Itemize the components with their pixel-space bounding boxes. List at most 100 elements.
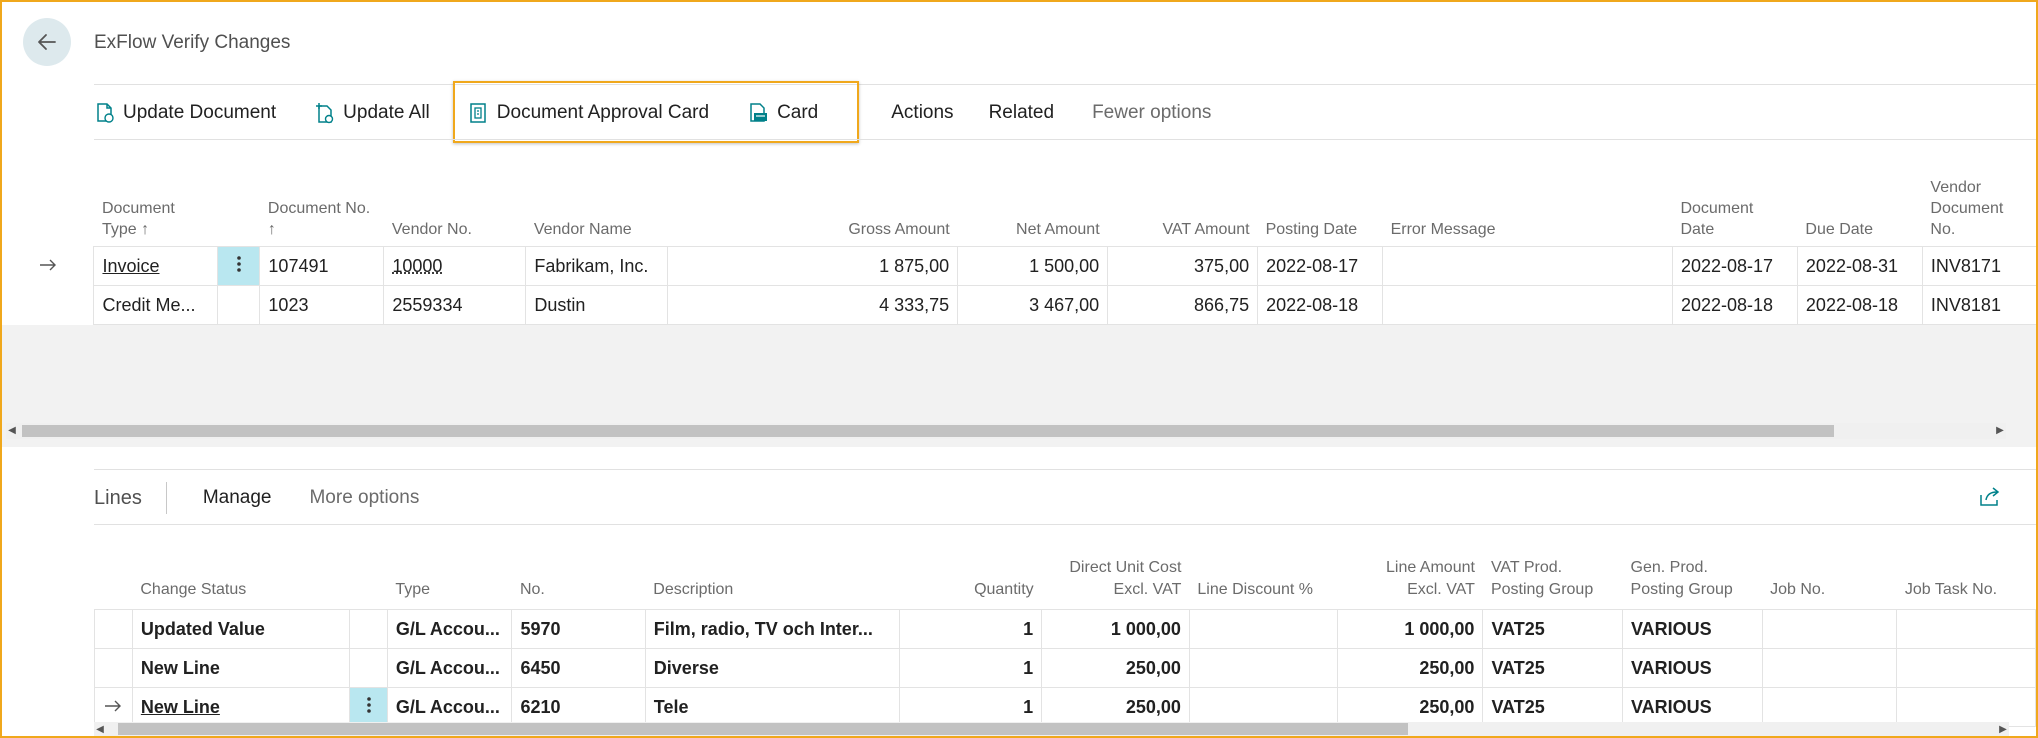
column-header-quantity[interactable]: Quantity [899,526,1041,610]
posting-date-cell[interactable]: 2022-08-18 [1257,285,1384,325]
change-status-cell[interactable]: New Line [131,687,351,727]
change-status-cell[interactable]: Updated Value [131,609,351,649]
actions-menu[interactable]: Actions [891,94,953,132]
column-header-type[interactable]: Type [387,526,512,610]
back-button[interactable] [23,18,71,66]
column-header-gross-amount[interactable]: Gross Amount [667,167,958,247]
column-header-vendor-no[interactable]: Vendor No. [383,167,526,247]
description-cell[interactable]: Diverse [644,648,900,688]
gen-prod-posting-group-cell[interactable]: VARIOUS [1622,609,1763,649]
document-no-cell[interactable]: 1023 [259,285,385,325]
column-header-error-message[interactable]: Error Message [1382,167,1673,247]
type-cell[interactable]: G/L Accou... [386,687,513,727]
scrollbar-thumb[interactable] [22,425,1834,437]
vendor-no-value[interactable]: 10000 [392,256,442,276]
scrollbar-thumb[interactable] [118,723,1408,735]
table-row[interactable]: New Line G/L Accou... 6450 Diverse 1 250… [94,648,2036,688]
column-header-vendor-name[interactable]: Vendor Name [525,167,668,247]
direct-unit-cost-cell[interactable]: 1 000,00 [1041,609,1190,649]
scroll-left-arrow-icon[interactable]: ◀ [6,423,18,439]
column-header-net-amount[interactable]: Net Amount [957,167,1108,247]
no-cell[interactable]: 6450 [511,648,646,688]
table-row[interactable]: Updated Value G/L Accou... 5970 Film, ra… [94,609,2036,649]
job-task-no-cell[interactable] [1896,609,2036,649]
table-row[interactable]: Credit Me... 1023 2559334 Dustin 4 333,7… [2,285,2036,325]
line-amount-cell[interactable]: 1 000,00 [1337,609,1484,649]
vendor-document-no-cell[interactable]: INV8171 [1921,246,2036,286]
description-cell[interactable]: Film, radio, TV och Inter... [644,609,900,649]
job-task-no-cell[interactable] [1896,648,2036,688]
update-document-button[interactable]: Update Document [94,94,276,132]
job-no-cell[interactable] [1761,687,1898,727]
type-cell[interactable]: G/L Accou... [386,609,513,649]
share-icon[interactable] [1978,486,2002,508]
gross-amount-cell[interactable]: 1 875,00 [667,246,959,286]
column-header-direct-unit-cost[interactable]: Direct Unit Cost Excl. VAT [1042,526,1190,610]
update-all-button[interactable]: Update All [314,94,430,132]
document-type-link[interactable]: Invoice [102,256,159,276]
column-header-line-discount[interactable]: Line Discount % [1189,526,1337,610]
quantity-cell[interactable]: 1 [898,648,1043,688]
description-cell[interactable]: Tele [644,687,900,727]
document-no-cell[interactable]: 107491 [259,246,385,286]
direct-unit-cost-cell[interactable]: 250,00 [1041,648,1190,688]
column-header-job-task-no[interactable]: Job Task No. [1897,526,2036,610]
column-header-due-date[interactable]: Due Date [1797,167,1923,247]
row-actions-button[interactable] [349,687,388,727]
job-task-no-cell[interactable] [1896,687,2036,727]
column-header-document-type[interactable]: Document Type ↑ [93,167,218,247]
job-no-cell[interactable] [1761,609,1898,649]
job-no-cell[interactable] [1761,648,1898,688]
direct-unit-cost-cell[interactable]: 250,00 [1041,687,1190,727]
line-amount-cell[interactable]: 250,00 [1337,648,1484,688]
type-cell[interactable]: G/L Accou... [386,648,513,688]
manage-menu[interactable]: Manage [203,487,272,509]
line-amount-cell[interactable]: 250,00 [1337,687,1484,727]
change-status-link[interactable]: New Line [141,697,220,717]
gen-prod-posting-group-cell[interactable]: VARIOUS [1622,648,1763,688]
quantity-cell[interactable]: 1 [898,687,1043,727]
column-header-description[interactable]: Description [645,526,899,610]
column-header-change-status[interactable]: Change Status [132,526,349,610]
column-header-document-no[interactable]: Document No. ↑ [259,167,384,247]
column-header-line-amount[interactable]: Line Amount Excl. VAT [1338,526,1483,610]
document-type-cell[interactable]: Invoice [93,246,219,286]
error-message-cell[interactable] [1382,246,1673,286]
quantity-cell[interactable]: 1 [898,609,1043,649]
column-header-vendor-document-no[interactable]: Vendor Document No. [1922,167,2036,247]
table-row[interactable]: Invoice 107491 10000 Fabrikam, Inc. 1 87… [2,246,2036,286]
more-options-button[interactable]: More options [309,487,419,509]
document-date-cell[interactable]: 2022-08-18 [1671,285,1798,325]
scroll-left-arrow-icon[interactable]: ◀ [94,722,106,736]
gross-amount-cell[interactable]: 4 333,75 [667,285,959,325]
vendor-no-cell[interactable]: 2559334 [383,285,527,325]
vendor-name-cell[interactable]: Dustin [525,285,669,325]
vendor-no-cell[interactable]: 10000 [383,246,527,286]
fewer-options-button[interactable]: Fewer options [1092,94,1211,132]
gen-prod-posting-group-cell[interactable]: VARIOUS [1622,687,1763,727]
error-message-cell[interactable] [1382,285,1673,325]
scroll-right-arrow-icon[interactable]: ▶ [1994,423,2006,439]
vat-amount-cell[interactable]: 866,75 [1107,285,1259,325]
document-type-cell[interactable]: Credit Me... [93,285,219,325]
column-header-job-no[interactable]: Job No. [1762,526,1897,610]
change-status-cell[interactable]: New Line [131,648,351,688]
vendor-document-no-cell[interactable]: INV8181 [1921,285,2036,325]
table-row[interactable]: New Line G/L Accou... 6210 Tele 1 250,00… [94,687,2036,727]
vendor-name-cell[interactable]: Fabrikam, Inc. [525,246,669,286]
net-amount-cell[interactable]: 3 467,00 [957,285,1109,325]
column-header-gen-prod-posting-group[interactable]: Gen. Prod. Posting Group [1623,526,1763,610]
related-menu[interactable]: Related [989,94,1055,132]
lines-horizontal-scrollbar[interactable]: ◀ ▶ [94,722,2009,736]
due-date-cell[interactable]: 2022-08-31 [1796,246,1923,286]
no-cell[interactable]: 6210 [511,687,646,727]
line-discount-cell[interactable] [1188,687,1339,727]
row-actions-button[interactable] [217,246,261,286]
column-header-no[interactable]: No. [512,526,645,610]
line-discount-cell[interactable] [1188,648,1339,688]
no-cell[interactable]: 5970 [511,609,646,649]
line-discount-cell[interactable] [1188,609,1339,649]
scroll-right-arrow-icon[interactable]: ▶ [1997,722,2009,736]
document-date-cell[interactable]: 2022-08-17 [1671,246,1798,286]
vat-prod-posting-group-cell[interactable]: VAT25 [1482,687,1624,727]
